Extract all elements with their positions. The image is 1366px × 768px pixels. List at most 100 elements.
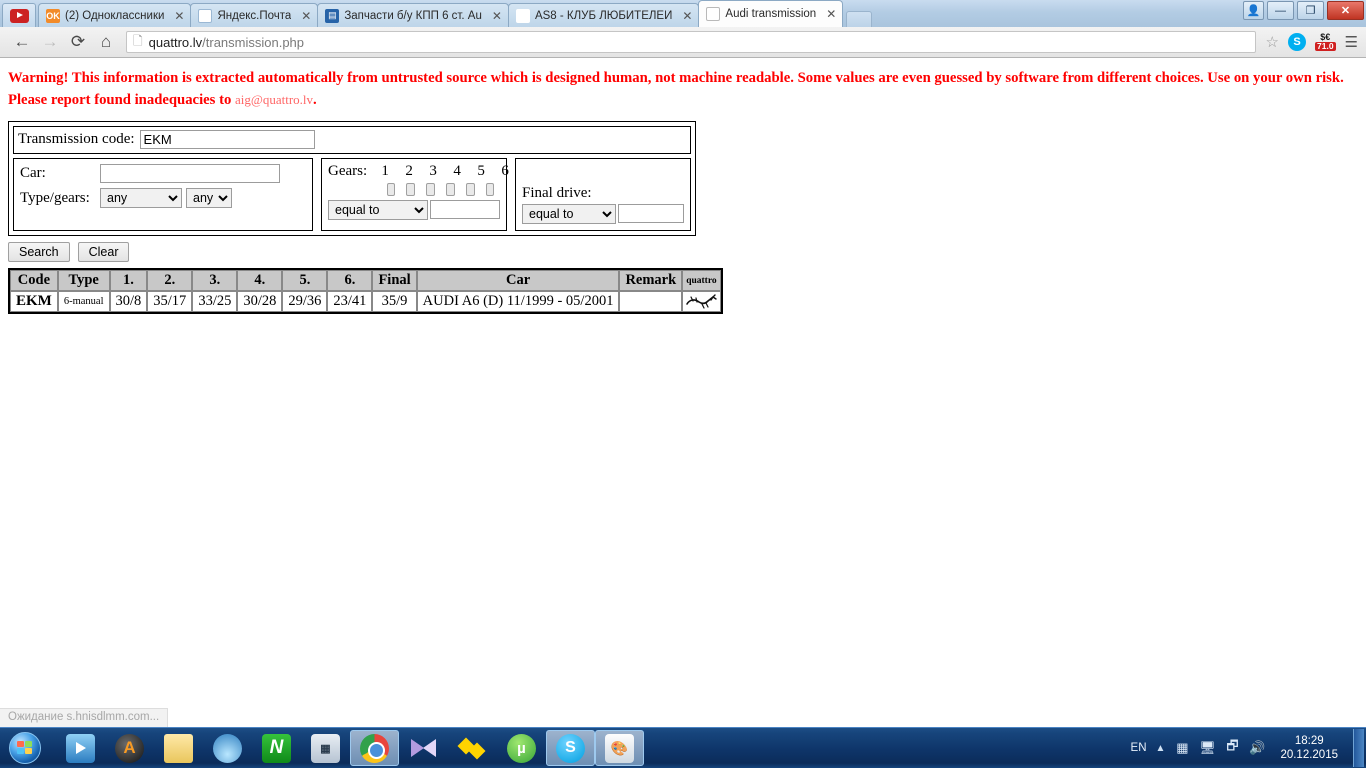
cell-gear-5: 29/36 <box>282 291 328 312</box>
taskbar-item-calculator[interactable]: ▦ <box>301 730 350 766</box>
windows-orb-icon <box>9 732 41 764</box>
youtube-icon <box>9 8 29 23</box>
volume-icon[interactable]: 🔊 <box>1249 740 1265 756</box>
network-icon[interactable]: ▦ <box>1174 740 1190 756</box>
minimize-button[interactable]: — <box>1267 1 1294 20</box>
skype-icon: S <box>556 733 585 763</box>
taskbar-item-yellow-app[interactable] <box>448 730 497 766</box>
system-tray: EN ▲ ▦ 🖥 🗗 🔊 18:29 20.12.2015 <box>1131 729 1366 767</box>
taskbar-item-green-app[interactable]: N <box>252 730 301 766</box>
taskbar-item-paint[interactable]: 🎨 <box>595 730 644 766</box>
reload-icon[interactable]: ⟳ <box>64 29 92 55</box>
cell-gear-1: 30/8 <box>109 291 148 312</box>
cell-quattro <box>682 291 721 312</box>
th-code: Code <box>10 270 58 291</box>
search-form-box: Transmission code: Car: Type/gears: any <box>8 121 696 236</box>
gear-checkbox-4[interactable] <box>445 183 455 196</box>
page-info-icon: 🗋 <box>133 33 143 48</box>
warning-period: . <box>313 92 317 108</box>
gear-checkboxes <box>381 183 500 196</box>
gears-panel: Gears: 1 2 3 4 5 6 equal to <box>321 158 509 231</box>
browser-toolbar: ← → ⟳ ⌂ 🗋 quattro.lv /transmission.php ☆… <box>0 27 1366 58</box>
cell-gear-6: 23/41 <box>327 291 373 312</box>
gears-count-select[interactable]: any <box>186 188 232 208</box>
taskbar-item-aimp-player[interactable]: A <box>105 730 154 766</box>
tab-close-icon[interactable]: ✕ <box>301 10 311 22</box>
gear-number: 5 <box>477 163 485 179</box>
windows-taskbar: A N ▦ µ S 🎨 EN ▲ ▦ 🖥 🗗 🔊 18:29 20.12.201… <box>0 727 1366 768</box>
folder-icon <box>164 733 193 763</box>
clock[interactable]: 18:29 20.12.2015 <box>1274 734 1344 762</box>
gear-number: 6 <box>501 163 509 179</box>
gear-comparison-select[interactable]: equal to <box>328 200 428 220</box>
final-drive-comparison-select[interactable]: equal to <box>522 204 616 224</box>
transmission-code-row: Transmission code: <box>13 126 691 154</box>
back-icon[interactable]: ← <box>8 29 36 55</box>
taskbar-item-kmplayer[interactable] <box>399 730 448 766</box>
th-gear-1: 1. <box>109 270 148 291</box>
home-icon[interactable]: ⌂ <box>92 29 120 55</box>
forward-icon[interactable]: → <box>36 29 64 55</box>
search-button[interactable]: Search <box>8 242 70 262</box>
final-drive-filter-row: equal to <box>522 204 684 224</box>
skype-extension-icon[interactable]: S <box>1288 33 1306 51</box>
taskbar-items: A N ▦ µ S 🎨 <box>56 730 644 766</box>
show-hidden-icons-button[interactable]: ▲ <box>1156 743 1166 754</box>
user-profile-button[interactable]: 👤 <box>1243 1 1264 20</box>
currency-extension-icon[interactable]: $€ 71.0 <box>1315 33 1336 51</box>
taskbar-item-file-explorer[interactable] <box>154 730 203 766</box>
tab-yandex-mail[interactable]: ✉ Яндекс.Почта ✕ <box>190 3 319 27</box>
action-center-icon[interactable]: 🖥 <box>1199 740 1216 756</box>
taskbar-item-windows-media-player[interactable] <box>56 730 105 766</box>
taskbar-item-utorrent[interactable]: µ <box>497 730 546 766</box>
taskbar-item-wifi-manager[interactable] <box>203 730 252 766</box>
chrome-icon <box>360 733 389 763</box>
cell-type: 6-manual <box>57 291 110 312</box>
new-tab-button[interactable] <box>846 11 873 27</box>
final-drive-panel: Final drive: equal to <box>515 158 691 231</box>
gear-ratio-input[interactable] <box>430 200 500 219</box>
bookmark-star-icon[interactable]: ☆ <box>1266 33 1279 51</box>
tab-zapchasti[interactable]: ▤ Запчасти б/у КПП 6 ст. Au ✕ <box>317 3 509 27</box>
clear-button[interactable]: Clear <box>77 242 130 262</box>
pinned-tab-youtube[interactable] <box>2 3 36 27</box>
mail-icon: ✉ <box>198 8 213 23</box>
lightning-icon: N <box>262 733 291 763</box>
tab-close-icon[interactable]: ✕ <box>174 10 184 22</box>
gear-number: 3 <box>429 163 437 179</box>
tab-odnoklassniki[interactable]: OK (2) Одноклассники ✕ <box>38 3 192 27</box>
gear-checkbox-1[interactable] <box>386 183 396 196</box>
gear-number: 1 <box>381 163 389 179</box>
car-input[interactable] <box>100 164 280 183</box>
tab-title: AS8 - КЛУБ ЛЮБИТЕЛЕЙ <box>534 9 673 22</box>
maximize-button[interactable]: ❐ <box>1297 1 1324 20</box>
gear-checkbox-6[interactable] <box>485 183 495 196</box>
flash-icon[interactable]: 🗗 <box>1224 738 1240 756</box>
start-button[interactable] <box>2 729 48 767</box>
gear-number: 2 <box>405 163 413 179</box>
gear-checkbox-2[interactable] <box>406 183 416 196</box>
gear-checkbox-3[interactable] <box>426 183 435 196</box>
tab-strip: OK (2) Одноклассники ✕ ✉ Яндекс.Почта ✕ … <box>0 0 1366 27</box>
kmplayer-icon <box>409 734 438 763</box>
tab-as8-club[interactable]: A8 AS8 - КЛУБ ЛЮБИТЕЛЕЙ ✕ <box>507 3 700 27</box>
tab-close-icon[interactable]: ✕ <box>826 8 836 20</box>
tab-close-icon[interactable]: ✕ <box>492 10 502 22</box>
contact-email-link[interactable]: aig@quattro.lv <box>235 92 313 107</box>
taskbar-item-skype[interactable]: S <box>546 730 595 766</box>
final-drive-input[interactable] <box>618 204 684 223</box>
car-type-panel: Car: Type/gears: any any <box>13 158 313 231</box>
show-desktop-button[interactable] <box>1353 729 1364 767</box>
transmission-code-input[interactable] <box>139 130 315 149</box>
address-bar[interactable]: 🗋 quattro.lv /transmission.php <box>126 31 1256 53</box>
tab-close-icon[interactable]: ✕ <box>682 10 692 22</box>
type-select[interactable]: any <box>100 188 182 208</box>
language-indicator[interactable]: EN <box>1131 742 1147 754</box>
page-content: Warning! This information is extracted a… <box>0 58 1366 727</box>
tab-audi-transmission[interactable]: 🗋 Audi transmission ✕ <box>698 0 844 27</box>
gear-checkbox-5[interactable] <box>465 183 475 196</box>
taskbar-item-google-chrome[interactable] <box>350 730 399 766</box>
gear-numbers: 1 2 3 4 5 6 <box>373 163 517 180</box>
close-button[interactable]: ✕ <box>1327 1 1364 20</box>
menu-icon[interactable]: ☰ <box>1345 33 1358 51</box>
